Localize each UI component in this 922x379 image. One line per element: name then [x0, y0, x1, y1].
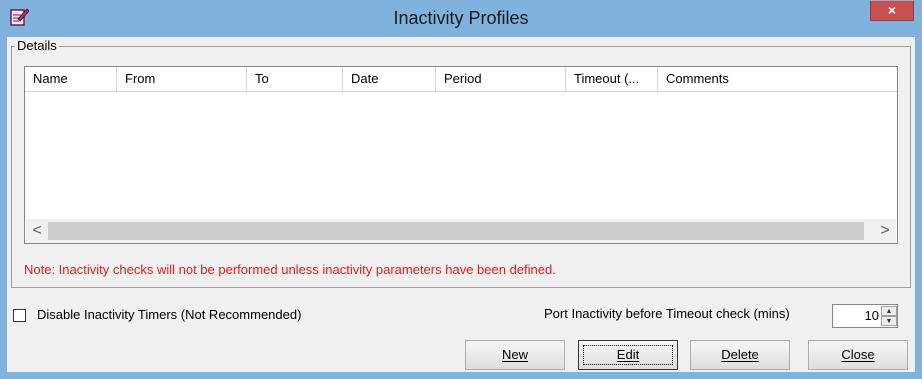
horizontal-scrollbar[interactable]: < > [26, 219, 896, 243]
list-header: Name From To Date Period Timeout (... Co… [25, 67, 897, 92]
edit-button[interactable]: Edit [578, 340, 678, 370]
inactivity-profiles-list[interactable]: Name From To Date Period Timeout (... Co… [24, 66, 898, 244]
column-header-date[interactable]: Date [343, 67, 436, 91]
close-button-label: Close [841, 347, 875, 362]
new-button[interactable]: New [465, 340, 565, 370]
scrollbar-thumb[interactable] [48, 222, 864, 240]
disable-timers-label[interactable]: Disable Inactivity Timers (Not Recommend… [37, 307, 301, 322]
edit-button-label: Edit [616, 347, 640, 362]
spin-buttons: ▲ ▼ [881, 306, 897, 326]
close-button[interactable]: Close [808, 340, 908, 370]
spin-down-icon[interactable]: ▼ [881, 316, 897, 326]
delete-button-label: Delete [721, 347, 759, 362]
scroll-right-icon[interactable]: > [874, 219, 896, 243]
scroll-left-icon[interactable]: < [26, 219, 48, 243]
column-header-from[interactable]: From [117, 67, 247, 91]
spin-up-icon[interactable]: ▲ [881, 306, 897, 316]
disable-timers-checkbox[interactable] [13, 309, 26, 322]
port-inactivity-spinner[interactable]: 10 ▲ ▼ [832, 304, 898, 328]
column-header-name[interactable]: Name [25, 67, 117, 91]
close-window-button[interactable]: × [870, 1, 914, 21]
column-header-period[interactable]: Period [436, 67, 566, 91]
port-inactivity-value[interactable]: 10 [833, 305, 879, 327]
title-bar[interactable]: Inactivity Profiles × [0, 0, 922, 37]
inactivity-note: Note: Inactivity checks will not be perf… [24, 262, 556, 277]
port-inactivity-label: Port Inactivity before Timeout check (mi… [544, 306, 790, 321]
window-title: Inactivity Profiles [393, 8, 529, 28]
column-header-to[interactable]: To [247, 67, 343, 91]
column-header-timeout[interactable]: Timeout (... [566, 67, 658, 91]
details-group-label: Details [15, 38, 59, 53]
column-header-comments[interactable]: Comments [658, 67, 897, 91]
delete-button[interactable]: Delete [690, 340, 790, 370]
new-button-label: New [501, 347, 528, 362]
